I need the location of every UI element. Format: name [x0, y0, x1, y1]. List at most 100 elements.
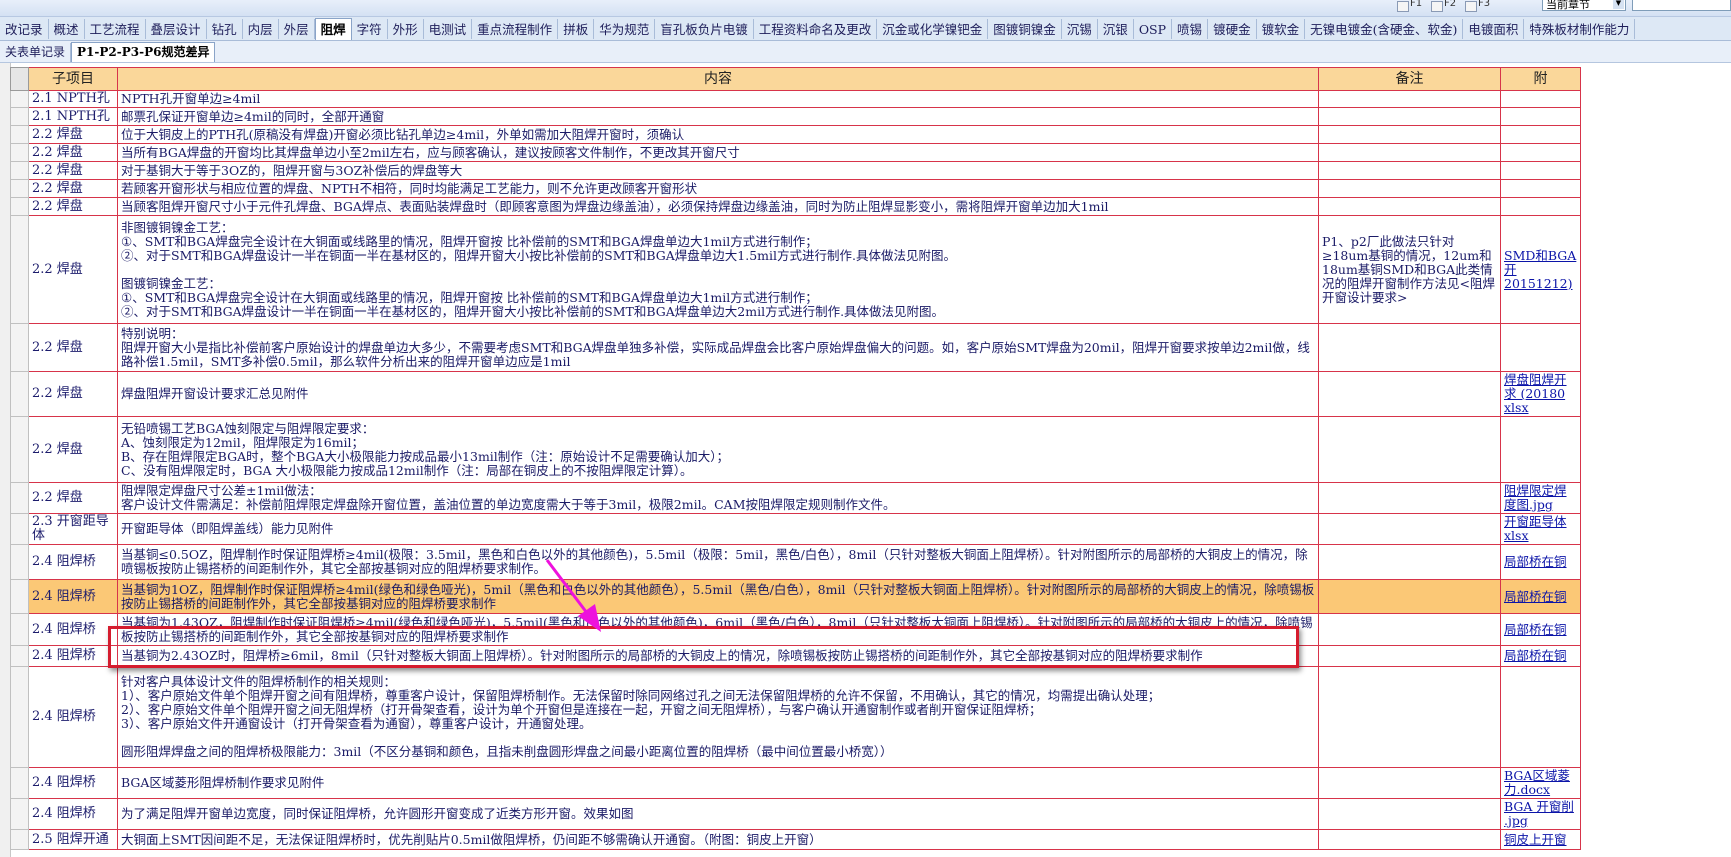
tab-main-13[interactable]: 华为规范	[594, 19, 656, 39]
content-cell[interactable]: 焊盘阻焊开窗设计要求汇总见附件	[117, 371, 1319, 417]
attachment-link[interactable]: BGA 开窗削 .jpg	[1500, 798, 1581, 830]
content-cell[interactable]: 当基铜≤0.5OZ，阻焊制作时保证阻焊桥≥4mil(极限：3.5mil，黑色和白…	[117, 544, 1319, 580]
tab-main-15[interactable]: 工程资料命名及更改	[754, 19, 878, 39]
note-cell[interactable]	[1318, 323, 1501, 372]
attachment-link[interactable]	[1500, 323, 1581, 372]
attachment-link[interactable]	[1500, 666, 1581, 768]
content-cell[interactable]: 开窗距导体（即阻焊盖线）能力见附件	[117, 513, 1319, 545]
item-cell[interactable]: 2.4 阻焊桥	[28, 666, 118, 768]
attachment-link[interactable]: SMD和BGA开 20151212)	[1500, 215, 1581, 324]
attachment-link[interactable]: 开窗距导体 xlsx	[1500, 513, 1581, 545]
table-row[interactable]: 2.2 焊盘 焊盘阻焊开窗设计要求汇总见附件 焊盘阻焊开 求 (20180 xlsx	[10, 371, 1581, 417]
row-header-cell[interactable]	[10, 125, 29, 144]
tab-main-26[interactable]: 特殊板材制作能力	[1524, 19, 1636, 39]
row-header-cell[interactable]	[10, 416, 29, 483]
row-header-cell[interactable]	[10, 798, 29, 830]
item-cell[interactable]: 2.2 焊盘	[28, 143, 118, 162]
tab-main-19[interactable]: 沉银	[1098, 19, 1134, 39]
tab-main-16[interactable]: 沉金或化学镍钯金	[877, 19, 989, 39]
content-cell[interactable]: NPTH孔开窗单边≥4mil	[117, 90, 1319, 108]
tab-main-0[interactable]: 改记录	[0, 19, 49, 39]
row-header-cell[interactable]	[10, 143, 29, 162]
f2-checkbox[interactable]	[1431, 1, 1443, 12]
header-item[interactable]: 子项目	[28, 67, 118, 91]
table-row[interactable]: 2.4 阻焊桥 针对客户具体设计文件的阻焊桥制作的相关规则： 1）、客户原始文件单…	[10, 666, 1581, 768]
attachment-link[interactable]: BGA区域菱 力.docx	[1500, 767, 1581, 799]
tab-sub-1[interactable]: P1-P2-P3-P6规范差异	[71, 42, 216, 62]
tab-main-11[interactable]: 重点流程制作	[472, 19, 559, 39]
row-header-cell[interactable]	[10, 215, 29, 324]
tab-main-1[interactable]: 概述	[49, 19, 85, 39]
content-cell[interactable]: 阻焊限定焊盘尺寸公差±1mil做法： 客户设计文件需满足：补偿前阻焊限定焊盘除开…	[117, 482, 1319, 514]
row-header-cell[interactable]	[10, 645, 29, 667]
attachment-link[interactable]: 局部桥在铜	[1500, 579, 1581, 614]
attachment-link[interactable]	[1500, 197, 1581, 216]
tab-sub-0[interactable]: 关表单记录	[0, 43, 72, 62]
note-cell[interactable]	[1318, 544, 1501, 580]
content-cell[interactable]: 无铅喷锡工艺BGA蚀刻限定与阻焊限定要求： A、蚀刻限定为12mil，阻焊限定为…	[117, 416, 1319, 483]
tab-main-25[interactable]: 电镀面积	[1463, 19, 1525, 39]
content-cell[interactable]: 位于大铜皮上的PTH孔(原稿没有焊盘)开窗必须比钻孔单边≥4mil，外单如需加大…	[117, 125, 1319, 144]
item-cell[interactable]: 2.2 焊盘	[28, 179, 118, 198]
note-cell[interactable]	[1318, 645, 1501, 667]
content-cell[interactable]: 当所有BGA焊盘的开窗均比其焊盘单边小至2mil左右，应与顾客确认，建议按顾客文…	[117, 143, 1319, 162]
item-cell[interactable]: 2.2 焊盘	[28, 416, 118, 483]
tab-main-9[interactable]: 外形	[388, 19, 424, 39]
tab-main-8[interactable]: 字符	[352, 19, 388, 39]
tab-main-22[interactable]: 镀硬金	[1208, 19, 1257, 39]
row-header-cell[interactable]	[10, 323, 29, 372]
table-row[interactable]: 2.1 NPTH孔 邮票孔保证开窗单边≥4mil的同时，全部开通窗	[10, 107, 1581, 126]
tab-main-4[interactable]: 钻孔	[207, 19, 243, 39]
content-cell[interactable]: 非图镀铜镍金工艺： ①、SMT和BGA焊盘完全设计在大铜面或线路里的情况，阻焊开…	[117, 215, 1319, 324]
item-cell[interactable]: 2.4 阻焊桥	[28, 798, 118, 830]
attachment-link[interactable]	[1500, 143, 1581, 162]
note-cell[interactable]	[1318, 482, 1501, 514]
note-cell[interactable]	[1318, 197, 1501, 216]
tab-main-23[interactable]: 镀软金	[1257, 19, 1306, 39]
row-header-cell[interactable]	[10, 829, 29, 850]
table-row[interactable]: 2.2 焊盘 对于基铜大于等于3OZ的，阻焊开窗与3OZ补偿后的焊盘等大	[10, 161, 1581, 180]
tab-main-12[interactable]: 拼板	[558, 19, 595, 39]
table-row[interactable]: 2.2 焊盘 当所有BGA焊盘的开窗均比其焊盘单边小至2mil左右，应与顾客确认，…	[10, 143, 1581, 162]
note-cell[interactable]	[1318, 613, 1501, 646]
scope-select[interactable]: 当前章节 ▼	[1542, 0, 1626, 11]
table-row[interactable]: 2.1 NPTH孔 NPTH孔开窗单边≥4mil	[10, 90, 1581, 108]
tab-main-24[interactable]: 无镍电镀金(含硬金、软金)	[1305, 19, 1464, 39]
row-header-cell[interactable]	[10, 161, 29, 180]
table-row[interactable]: 2.2 焊盘 当顾客阻焊开窗尺寸小于元件孔焊盘、BGA焊点、表面贴装焊盘时（即顾客…	[10, 197, 1581, 216]
attachment-link[interactable]	[1500, 125, 1581, 144]
note-cell[interactable]	[1318, 179, 1501, 198]
table-row[interactable]: 2.2 焊盘 特别说明： 阻焊开窗大小是指比补偿前客户原始设计的焊盘单边大多少，不…	[10, 323, 1581, 372]
attachment-link[interactable]	[1500, 179, 1581, 198]
tab-main-7[interactable]: 阻焊	[314, 18, 352, 40]
row-header-cell[interactable]	[10, 179, 29, 198]
f1-checkbox[interactable]	[1397, 1, 1409, 12]
tab-main-21[interactable]: 喷锡	[1172, 19, 1209, 39]
row-header-cell[interactable]	[10, 666, 29, 768]
table-row[interactable]: 2.2 焊盘 阻焊限定焊盘尺寸公差±1mil做法： 客户设计文件需满足：补偿前阻焊…	[10, 482, 1581, 514]
table-row[interactable]: 2.2 焊盘 位于大铜皮上的PTH孔(原稿没有焊盘)开窗必须比钻孔单边≥4mil，…	[10, 125, 1581, 144]
item-cell[interactable]: 2.2 焊盘	[28, 215, 118, 324]
note-cell[interactable]	[1318, 666, 1501, 768]
note-cell[interactable]	[1318, 143, 1501, 162]
table-row[interactable]: 2.4 阻焊桥 BGA区域菱形阻焊桥制作要求见附件 BGA区域菱 力.docx	[10, 767, 1581, 799]
tab-main-5[interactable]: 内层	[243, 19, 279, 39]
content-cell[interactable]: 当基铜为1OZ，阻焊制作时保证阻焊桥≥4mil(绿色和绿色哑光)，5mil（黑色…	[117, 579, 1319, 614]
item-cell[interactable]: 2.4 阻焊桥	[28, 645, 118, 667]
item-cell[interactable]: 2.3 开窗距导体	[28, 513, 118, 545]
table-row[interactable]: 2.5 阻焊开通 大铜面上SMT因间距不足，无法保证阻焊桥时，优先削贴片0.5mi…	[10, 829, 1581, 850]
content-cell[interactable]: 当顾客阻焊开窗尺寸小于元件孔焊盘、BGA焊点、表面贴装焊盘时（即顾客意图为焊盘边…	[117, 197, 1319, 216]
attachment-link[interactable]	[1500, 161, 1581, 180]
note-cell[interactable]	[1318, 90, 1501, 108]
note-cell[interactable]	[1318, 416, 1501, 483]
row-header-cell[interactable]	[10, 579, 29, 614]
header-note[interactable]: 备注	[1318, 67, 1501, 91]
note-cell[interactable]: P1、p2厂此做法只针对≥18um基铜的情况，12um和18um基铜SMD和BG…	[1318, 215, 1501, 324]
item-cell[interactable]: 2.2 焊盘	[28, 323, 118, 372]
note-cell[interactable]	[1318, 125, 1501, 144]
row-header-cell[interactable]	[10, 90, 29, 108]
content-cell[interactable]: 针对客户具体设计文件的阻焊桥制作的相关规则： 1）、客户原始文件单个阻焊开窗之间…	[117, 666, 1319, 768]
tab-main-3[interactable]: 叠层设计	[146, 19, 207, 39]
note-cell[interactable]	[1318, 371, 1501, 417]
table-row[interactable]: 2.3 开窗距导体 开窗距导体（即阻焊盖线）能力见附件 开窗距导体 xlsx	[10, 513, 1581, 545]
